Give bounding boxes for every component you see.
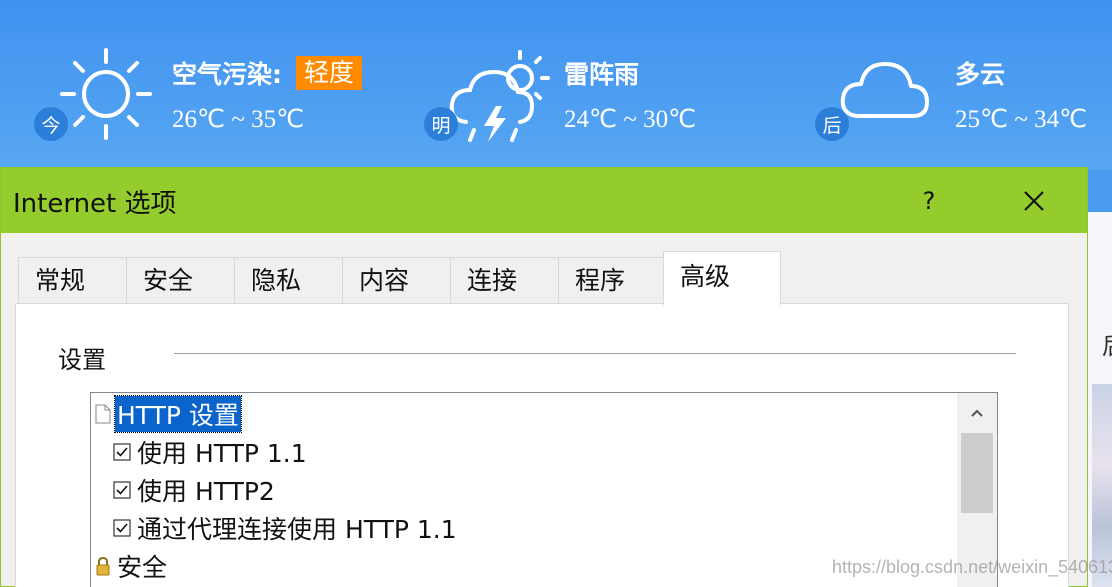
- document-icon: [95, 404, 111, 424]
- air-pollution-label: 空气污染:: [172, 60, 282, 89]
- dialog-title: Internet 选项: [13, 189, 177, 219]
- tab-advanced[interactable]: 高级: [663, 251, 781, 305]
- tree-item-label: 安全: [117, 553, 168, 582]
- tree-item-proxy-http11[interactable]: 通过代理连接使用 HTTP 1.1: [113, 509, 459, 547]
- checkbox-checked-icon[interactable]: [113, 443, 131, 461]
- tree-item-label: 使用 HTTP2: [137, 477, 275, 506]
- tree-item-use-http2[interactable]: 使用 HTTP2: [113, 471, 277, 509]
- watermark: https://blog.csdn.net/weixin_54061333: [832, 557, 1112, 577]
- weather-strip: 今 空气污染: 轻度 26℃ ~ 35℃ 明 雷阵雨 24℃ ~ 30℃ 后 多…: [0, 0, 1112, 170]
- tree-item-use-http11[interactable]: 使用 HTTP 1.1: [113, 433, 309, 471]
- thunderstorm-icon: [449, 50, 550, 142]
- weather-tomorrow[interactable]: 明 雷阵雨 24℃ ~ 30℃: [400, 0, 795, 170]
- dialog-titlebar[interactable]: Internet 选项 ?: [1, 168, 1087, 233]
- close-button[interactable]: [1005, 176, 1063, 226]
- section-divider: [174, 353, 1016, 354]
- sun-icon: [60, 48, 152, 140]
- weather-today[interactable]: 今 空气污染: 轻度 26℃ ~ 35℃: [0, 0, 400, 170]
- tree-item-label: 通过代理连接使用 HTTP 1.1: [137, 515, 457, 544]
- temperature-range: 25℃ ~ 34℃: [955, 106, 1088, 133]
- temperature-range: 26℃ ~ 35℃: [172, 106, 305, 133]
- settings-label: 设置: [58, 346, 106, 374]
- weather-condition: 雷阵雨: [564, 60, 640, 89]
- lock-icon: [96, 556, 110, 576]
- tree-item-label: 使用 HTTP 1.1: [137, 439, 307, 468]
- checkbox-checked-icon[interactable]: [113, 481, 131, 499]
- tab-security[interactable]: 安全: [126, 257, 235, 303]
- background-text: 后: [1102, 326, 1112, 361]
- checkbox-checked-icon[interactable]: [113, 519, 131, 537]
- temperature-range: 24℃ ~ 30℃: [564, 106, 697, 133]
- internet-options-dialog: Internet 选项 ? 常规 安全 隐私 内容 连接 程序 高级 设置 HT…: [0, 167, 1088, 587]
- tab-connections[interactable]: 连接: [450, 257, 559, 303]
- tree-item-security[interactable]: 安全: [95, 547, 169, 585]
- help-button[interactable]: ?: [906, 176, 952, 226]
- day-badge: 今: [34, 107, 68, 141]
- weather-day-after[interactable]: 后 多云 25℃ ~ 34℃: [795, 0, 1112, 170]
- close-icon: [1024, 191, 1044, 211]
- weather-condition: 空气污染: 轻度: [172, 55, 363, 91]
- tree-item-http-settings[interactable]: HTTP 设置: [95, 395, 242, 433]
- tab-content[interactable]: 内容: [342, 257, 451, 303]
- tab-general[interactable]: 常规: [18, 257, 127, 303]
- tab-programs[interactable]: 程序: [558, 257, 664, 303]
- cloud-icon: [840, 62, 929, 118]
- scroll-thumb[interactable]: [961, 433, 993, 513]
- day-badge: 后: [815, 107, 849, 141]
- tree-item-label: HTTP 设置: [114, 395, 242, 433]
- chevron-up-icon: [971, 409, 983, 417]
- scroll-up-button[interactable]: [957, 393, 997, 433]
- tab-privacy[interactable]: 隐私: [234, 257, 343, 303]
- advanced-panel: 设置 HTTP 设置 使用 HTTP 1.1 使用 HTTP2 通过代理连接使用…: [15, 303, 1069, 587]
- aqi-badge: 轻度: [296, 56, 363, 90]
- weather-condition: 多云: [955, 60, 1006, 89]
- day-badge: 明: [424, 107, 458, 141]
